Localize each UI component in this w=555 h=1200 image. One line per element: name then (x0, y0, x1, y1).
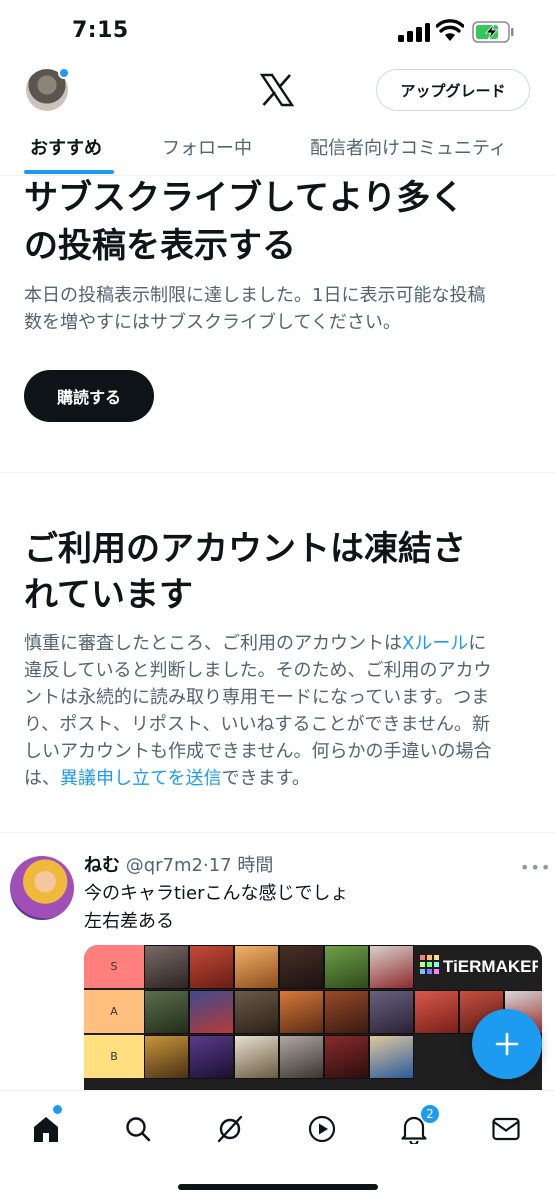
frozen-body-line1: 慎重に審査したところ、ご利用のアカウントはXルールに (24, 630, 486, 657)
x-logo-icon (259, 73, 295, 107)
nav-messages[interactable] (486, 1109, 526, 1149)
character-portrait (369, 990, 414, 1034)
home-unread-dot (53, 1105, 62, 1114)
subscribe-body-line2: 数を増やすにはサブスクライブしてください。 (24, 312, 401, 333)
plus-icon (495, 1032, 519, 1056)
frozen-body-text: できます。 (221, 768, 310, 789)
character-portrait (279, 1035, 324, 1079)
timeline-tabs: おすすめ フォロー中 配信者向けコミュニティ (0, 118, 555, 176)
character-portrait (324, 1035, 369, 1079)
tweet-author-avatar[interactable] (10, 856, 74, 920)
character-portrait (369, 1035, 414, 1079)
search-icon (126, 1117, 151, 1142)
character-portrait (189, 1035, 234, 1079)
status-time: 7:15 (72, 18, 129, 43)
frozen-body-text: に (468, 633, 487, 654)
tab-following[interactable]: フォロー中 (162, 134, 252, 160)
frozen-body-line6: は、異議申し立てを送信できます。 (24, 765, 310, 792)
frozen-body-text: 慎重に審査したところ、ご利用のアカウントは (24, 633, 402, 654)
nav-home[interactable] (26, 1109, 66, 1149)
character-portrait (234, 990, 279, 1034)
video-icon (308, 1115, 336, 1143)
frozen-notice: ご利用のアカウントは凍結さ れています 慎重に審査したところ、ご利用のアカウント… (0, 473, 555, 831)
tweet-text: 今のキャラtierこんな感じでしょ 左右差ある (84, 880, 349, 936)
subscribe-body-line1: 本日の投稿表示制限に達しました。1日に表示可能な投稿 (24, 285, 486, 306)
status-bar: 7:15 (0, 0, 555, 62)
frozen-body-text: は、 (24, 768, 60, 789)
notification-dot (58, 67, 70, 79)
subscribe-title-line1: サブスクライブしてより多く (24, 178, 465, 218)
nav-grok[interactable] (210, 1109, 250, 1149)
character-portrait (144, 945, 189, 989)
battery-icon (472, 21, 514, 43)
mail-icon (492, 1117, 520, 1141)
tier-label-s: S (84, 945, 144, 989)
character-portrait (144, 1035, 189, 1079)
tab-for-you[interactable]: おすすめ (30, 134, 102, 160)
appeal-link[interactable]: 異議申し立てを送信 (60, 768, 222, 789)
tier-label-a: A (84, 990, 144, 1034)
character-portrait (189, 945, 234, 989)
tweet-header: ねむ @qr7m2·17 時間 (84, 851, 273, 877)
character-portrait (279, 945, 324, 989)
bottom-tab-bar: 2 (0, 1090, 555, 1200)
frozen-body-line5: しいアカウントも作成できません。何らかの手違いの場合 (24, 741, 492, 762)
home-indicator (178, 1184, 378, 1190)
character-portrait (144, 990, 189, 1034)
tiermaker-wordmark: TiERMAKER (443, 957, 538, 976)
tweet-text-line1: 今のキャラtierこんな感じでしょ (84, 883, 349, 904)
divider (0, 832, 555, 833)
upgrade-button[interactable]: アップグレード (376, 69, 530, 111)
frozen-body-line2: 違反していると判断しました。そのため、ご利用のアカウ (24, 660, 492, 681)
tweet-author-handle[interactable]: @qr7m2 (126, 855, 203, 876)
tweet-media-tierlist[interactable]: S A B TiERMAKER (84, 945, 542, 1090)
frozen-body-line4: り、ポスト、リポスト、いいねすることができません。新 (24, 714, 491, 735)
more-options-icon[interactable]: ••• (520, 858, 551, 877)
character-portrait (369, 945, 414, 989)
subscribe-button[interactable]: 購読する (24, 370, 154, 422)
frozen-body-line3: ントは永続的に読み取り専用モードになっています。つま (24, 687, 490, 708)
subscribe-notice: サブスクライブしてより多く の投稿を表示する 本日の投稿表示制限に達しました。1… (0, 176, 555, 472)
nav-video[interactable] (302, 1109, 342, 1149)
nav-search[interactable] (118, 1109, 158, 1149)
tiermaker-logo: TiERMAKER (420, 955, 538, 976)
top-nav: アップグレード (0, 62, 555, 118)
wifi-icon (436, 19, 464, 41)
tweet-author-name[interactable]: ねむ (84, 855, 120, 876)
tier-label-b: B (84, 1035, 144, 1079)
character-portrait (279, 990, 324, 1034)
character-portrait (234, 945, 279, 989)
character-portrait (414, 990, 459, 1034)
compose-button[interactable] (472, 1009, 542, 1079)
character-portrait (324, 945, 369, 989)
tweet-text-line2: 左右差ある (84, 911, 174, 932)
tab-streamer-community[interactable]: 配信者向けコミュニティ (310, 134, 507, 160)
tweet-timestamp[interactable]: 17 時間 (209, 855, 274, 876)
grok-icon (217, 1115, 243, 1143)
frozen-title-line2: れています (24, 575, 193, 615)
subscribe-title-line2: の投稿を表示する (24, 226, 296, 266)
character-portrait (234, 1035, 279, 1079)
notifications-badge: 2 (420, 1104, 440, 1124)
x-rules-link[interactable]: Xルール (402, 633, 468, 654)
character-portrait (324, 990, 369, 1034)
character-portrait (189, 990, 234, 1034)
signal-icon (398, 22, 430, 42)
home-icon (34, 1117, 58, 1142)
frozen-title-line1: ご利用のアカウントは凍結さ (24, 529, 466, 569)
